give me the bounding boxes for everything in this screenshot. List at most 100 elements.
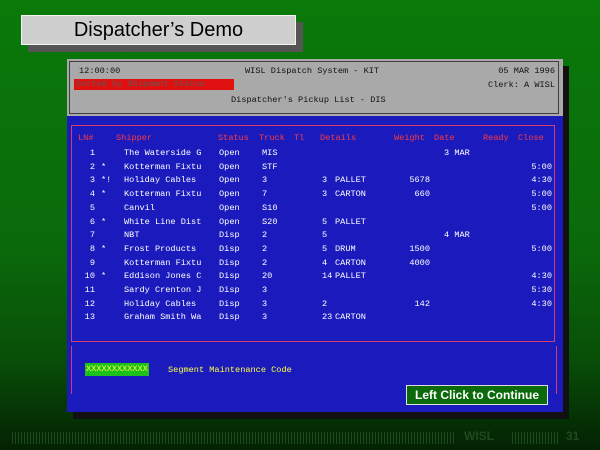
cell-weight: 4000 bbox=[409, 257, 430, 268]
clerk-label: Clerk: A WISL bbox=[487, 80, 555, 90]
table-row[interactable]: 7 NBT Disp 2 5 4 MAR bbox=[72, 230, 554, 242]
cell-shipper: Canvil bbox=[124, 202, 155, 213]
cell-close: 5:30 bbox=[531, 285, 552, 295]
cell-shipper: Kotterman Fixtu bbox=[124, 189, 202, 200]
cell-ln: 3 bbox=[89, 175, 95, 186]
footer-label: WISL bbox=[464, 429, 494, 443]
column-header-weight[interactable]: Weight bbox=[394, 133, 425, 143]
cell-truck: 2 bbox=[262, 257, 268, 268]
cell-truck: S20 bbox=[262, 216, 278, 227]
cell-ln: 8 bbox=[89, 243, 95, 254]
cell-close: 5:00 bbox=[531, 202, 552, 213]
cell-ln: 12 bbox=[84, 298, 95, 309]
table-row[interactable]: 4 * Kotterman Fixtu Open 7 3 CARTON 660 5:00 bbox=[72, 189, 554, 201]
continue-button[interactable]: Left Click to Continue bbox=[406, 385, 548, 405]
cell-status: Disp bbox=[219, 257, 240, 268]
cell-shipper: Kotterman Fixtu bbox=[124, 257, 202, 268]
cell-ln: 2 bbox=[89, 161, 95, 172]
cell-details: PALLET bbox=[335, 271, 366, 282]
table-row[interactable]: 1 The Waterside G Open MIS 3 MAR bbox=[72, 148, 554, 160]
sort-status-badge: Sorted by Shipment Status bbox=[74, 79, 234, 90]
cell-details: PALLET bbox=[335, 175, 366, 186]
cell-weight: 5678 bbox=[409, 175, 430, 186]
app-title: WISL Dispatch System - KIT bbox=[245, 66, 380, 76]
cell-flag: *! bbox=[101, 175, 112, 186]
segment-label: Segment Maintenance Code bbox=[168, 365, 292, 375]
cell-tl: 23 bbox=[322, 312, 333, 323]
cell-shipper: The Waterside G bbox=[124, 148, 202, 158]
column-header-tl[interactable]: Tl bbox=[294, 133, 304, 143]
slide-title: Dispatcher’s Demo bbox=[21, 15, 296, 45]
column-header-ready[interactable]: Ready bbox=[483, 133, 509, 143]
table-row[interactable]: 5 Canvil Open S10 5:00 bbox=[72, 203, 554, 215]
cell-ln: 11 bbox=[84, 285, 95, 295]
cell-flag: * bbox=[101, 271, 107, 282]
cell-details: DRUM bbox=[335, 243, 356, 254]
table-row[interactable]: 2 * Kotterman Fixtu Open STF 5:00 bbox=[72, 162, 554, 174]
column-header-close[interactable]: Close bbox=[518, 133, 544, 143]
current-date: 05 MAR 1996 bbox=[498, 66, 555, 76]
cell-truck: STF bbox=[262, 161, 278, 172]
cell-status: Open bbox=[219, 148, 240, 158]
cell-tl: 5 bbox=[322, 230, 328, 241]
cell-flag: * bbox=[101, 216, 107, 227]
cell-status: Open bbox=[219, 161, 240, 172]
cell-ln: 1 bbox=[89, 148, 95, 158]
cell-truck: 7 bbox=[262, 189, 268, 200]
cell-flag: * bbox=[101, 189, 107, 200]
page-number: 31 bbox=[566, 429, 580, 443]
cell-shipper: Sardy Crenton J bbox=[124, 285, 202, 295]
column-header-shipper[interactable]: Shipper bbox=[116, 133, 152, 143]
cell-truck: MIS bbox=[262, 148, 278, 158]
cell-tl: 5 bbox=[322, 243, 328, 254]
table-row[interactable]: 9 Kotterman Fixtu Disp 2 4 CARTON 4000 bbox=[72, 258, 554, 270]
table-row[interactable]: 8 * Frost Products Disp 2 5 DRUM 1500 5:00 bbox=[72, 244, 554, 256]
list-title: Dispatcher's Pickup List - DIS bbox=[231, 95, 386, 105]
cell-ln: 10 bbox=[84, 271, 95, 282]
table-row[interactable]: 10 * Eddison Jones C Disp 20 14 PALLET 4:30 bbox=[72, 271, 554, 283]
cell-shipper: Holiday Cables bbox=[124, 175, 197, 186]
column-header-details[interactable]: Details bbox=[320, 133, 356, 143]
cell-ln: 5 bbox=[89, 202, 95, 213]
cell-ln: 4 bbox=[89, 189, 95, 200]
pickup-list-table: LN# Shipper Status Truck Tl Details Weig… bbox=[71, 125, 555, 342]
cell-shipper: Graham Smith Wa bbox=[124, 312, 202, 323]
cell-status: Open bbox=[219, 216, 240, 227]
table-row[interactable]: 12 Holiday Cables Disp 3 2 142 4:30 bbox=[72, 299, 554, 311]
cell-close: 5:00 bbox=[531, 243, 552, 254]
cell-ln: 6 bbox=[89, 216, 95, 227]
cell-status: Open bbox=[219, 189, 240, 200]
cell-weight: 142 bbox=[414, 298, 430, 309]
cell-weight: 1500 bbox=[409, 243, 430, 254]
segment-code-input[interactable]: XXXXXXXXXXXX bbox=[85, 363, 149, 376]
cell-close: 4:30 bbox=[531, 298, 552, 309]
cell-status: Disp bbox=[219, 243, 240, 254]
cell-status: Open bbox=[219, 202, 240, 213]
cell-status: Disp bbox=[219, 285, 240, 295]
cell-ln: 7 bbox=[89, 230, 95, 241]
cell-truck: S10 bbox=[262, 202, 278, 213]
table-row[interactable]: 3 *! Holiday Cables Open 3 3 PALLET 5678 4:30 bbox=[72, 175, 554, 187]
cell-shipper: Holiday Cables bbox=[124, 298, 197, 309]
column-header-ln[interactable]: LN# bbox=[78, 133, 93, 143]
column-header-truck[interactable]: Truck bbox=[259, 133, 285, 143]
cell-date: 3 MAR bbox=[444, 148, 470, 158]
cell-tl: 4 bbox=[322, 257, 328, 268]
column-header-status[interactable]: Status bbox=[218, 133, 249, 143]
cell-close: 4:30 bbox=[531, 271, 552, 282]
footer-barcode-2 bbox=[512, 432, 560, 444]
cell-ln: 9 bbox=[89, 257, 95, 268]
cell-details: PALLET bbox=[335, 216, 366, 227]
cell-tl: 14 bbox=[322, 271, 333, 282]
cell-status: Disp bbox=[219, 230, 240, 241]
cell-details: CARTON bbox=[335, 312, 366, 323]
cell-truck: 3 bbox=[262, 298, 268, 309]
terminal-header: 12:00:00 WISL Dispatch System - KIT 05 M… bbox=[67, 59, 563, 116]
cell-close: 5:00 bbox=[531, 161, 552, 172]
cell-shipper: White Line Dist bbox=[124, 216, 202, 227]
table-row[interactable]: 11 Sardy Crenton J Disp 3 5:30 bbox=[72, 285, 554, 297]
table-row[interactable]: 13 Graham Smith Wa Disp 3 23 CARTON bbox=[72, 312, 554, 324]
column-header-date[interactable]: Date bbox=[434, 133, 455, 143]
cell-shipper: Frost Products bbox=[124, 243, 197, 254]
table-row[interactable]: 6 * White Line Dist Open S20 5 PALLET bbox=[72, 217, 554, 229]
